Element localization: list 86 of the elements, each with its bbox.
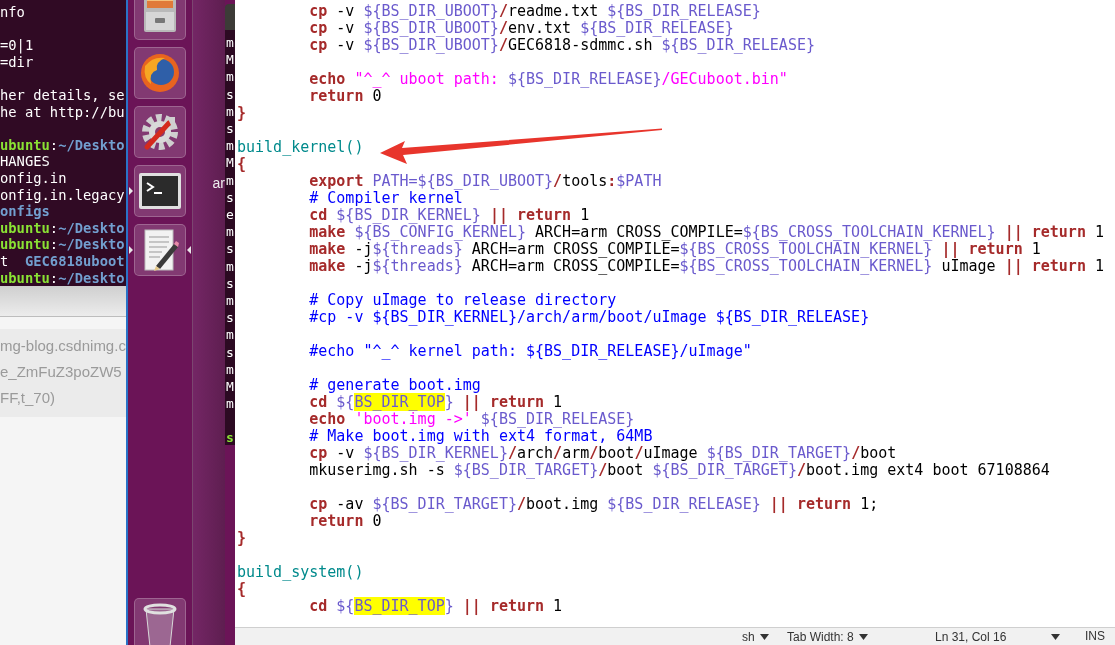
terminal-line: m <box>226 68 235 86</box>
desktop-text: ar <box>212 175 225 191</box>
terminal-line: m <box>226 292 235 310</box>
code-line: cp -v ${BS_DIR_UBOOT}/env.txt ${BS_DIR_RELEASE} <box>308 20 734 37</box>
terminal-line: onfig.in <box>0 169 68 187</box>
code-line: # Copy uImage to release directory <box>308 292 618 309</box>
terminal-line: =dir <box>0 53 35 71</box>
caret-icon <box>759 633 769 640</box>
terminal-prompt: s <box>226 429 235 447</box>
code-line: echo 'boot.img ->' ${BS_DIR_RELEASE} <box>308 411 636 428</box>
code-line: #cp -v ${BS_DIR_KERNEL}/arch/arm/boot/uImage ${BS_DIR_RELEASE} <box>308 309 871 326</box>
code-line: cp -v ${BS_DIR_KERNEL}/arch/arm/boot/uImage ${BS_DIR_TARGET}/boot <box>308 445 898 462</box>
code-line: # Make boot.img with ext4 format, 64MB <box>308 428 654 445</box>
code-line: { <box>237 581 247 598</box>
code-line: make -j${threads} ARCH=arm CROSS_COMPILE=${BS_CROSS_TOOLCHAIN_KERNEL} || return 1 <box>308 241 1042 258</box>
terminal-line: m <box>226 395 235 413</box>
terminal-line: m <box>226 137 235 155</box>
terminal-line: he at http://bu <box>0 103 126 121</box>
terminal-line: her details, se <box>0 86 126 104</box>
insert-mode-label: INS <box>1085 628 1106 645</box>
terminal-line: onfigs <box>0 203 51 220</box>
terminal-line: M <box>226 51 235 69</box>
terminal-line: s <box>226 240 235 258</box>
code-line: } <box>237 105 248 122</box>
terminal-line: s <box>226 309 235 327</box>
terminal-line: nfo <box>0 4 26 21</box>
launcher-button[interactable] <box>134 165 186 217</box>
status-dropdown[interactable]: sh <box>742 628 787 645</box>
status-dropdown[interactable]: Tab Width: 8 <box>787 628 935 645</box>
terminal-line: ubuntu:~/Deskto <box>0 219 126 237</box>
code-line: cp -v ${BS_DIR_UBOOT}/readme.txt ${BS_DIR_RELEASE} <box>308 3 762 20</box>
status-dropdown[interactable]: Ln 31, Col 16 <box>935 628 1085 645</box>
caret-icon <box>1051 633 1060 640</box>
terminal-line: e <box>226 206 235 224</box>
code-line: build_kernel() <box>237 139 365 156</box>
code-line: make ${BS_CONFIG_KERNEL} ARCH=arm CROSS_COMPILE=${BS_CROSS_TOOLCHAIN_KERNEL} || return 1 <box>308 224 1105 241</box>
code-line: mkuserimg.sh -s ${BS_DIR_TARGET}/boot ${BS_DIR_TARGET}/boot.img ext4 boot 67108864 <box>308 462 1051 479</box>
terminal-line: m <box>226 326 235 344</box>
code-line: # Compiler kernel <box>308 190 463 207</box>
code-line: { <box>237 156 247 173</box>
terminal-line: M <box>226 154 235 172</box>
terminal-line: s <box>226 188 235 207</box>
code-line: cd ${BS_DIR_TOP} || return 1 <box>308 598 564 615</box>
terminal-line: ubuntu:~/Deskto <box>0 269 126 286</box>
terminal-line: ubuntu:~/Deskto <box>0 236 126 253</box>
title-bar <box>225 4 235 30</box>
code-line: cp -av ${BS_DIR_TARGET}/boot.img ${BS_DIR_RELEASE} || return 1; <box>308 496 880 513</box>
code-line: build_system() <box>237 564 365 581</box>
launcher-button[interactable] <box>134 224 186 276</box>
page-text: mg-blog.csdnimg.c <box>0 336 126 356</box>
terminal-line: s <box>226 120 235 138</box>
code-line: return 0 <box>308 513 382 530</box>
settings-icon <box>139 111 181 153</box>
code-line: return 0 <box>308 88 382 105</box>
launcher-button[interactable] <box>134 106 186 158</box>
terminal-line: M <box>226 378 235 396</box>
terminal-line: s <box>226 343 235 361</box>
terminal-line: ubuntu:~/Deskto <box>0 136 126 154</box>
caret-icon <box>858 633 868 640</box>
code-line: # generate boot.img <box>308 377 482 394</box>
terminal-line: m <box>226 257 235 275</box>
terminal-line: s <box>226 274 235 293</box>
page-text: FF,t_70) <box>0 388 57 408</box>
terminal-line: t GEC6818uboot <box>0 252 126 270</box>
terminal-line: m <box>226 102 235 120</box>
page-text: e_ZmFuZ3poZW5 <box>0 362 123 382</box>
terminal-line: HANGES <box>0 153 51 170</box>
code-line: cd ${BS_DIR_TOP} || return 1 <box>308 394 564 411</box>
code-line: echo "^_^ uboot path: ${BS_DIR_RELEASE}/GECuboot.bin" <box>308 71 789 88</box>
terminal-line: m <box>226 34 235 52</box>
terminal-line: =0|1 <box>0 37 35 54</box>
launcher-button[interactable] <box>134 0 186 40</box>
code-line: cp -v ${BS_DIR_UBOOT}/GEC6818-sdmmc.sh ${BS_DIR_RELEASE} <box>308 37 816 54</box>
terminal-line: m <box>226 171 235 189</box>
terminal-line: m <box>226 223 235 241</box>
terminal-line: m <box>226 360 235 379</box>
launcher-button[interactable] <box>134 598 186 645</box>
code-line: #echo "^_^ kernel path: ${BS_DIR_RELEASE}/uImage" <box>308 343 753 360</box>
terminal-line: s <box>226 85 235 103</box>
terminal-icon <box>138 171 182 211</box>
code-line: export PATH=${BS_DIR_UBOOT}/tools:$PATH <box>308 173 663 190</box>
code-line: make -j${threads} ARCH=arm CROSS_COMPILE=${BS_CROSS_TOOLCHAIN_KERNEL} uImage || return 1 <box>308 258 1105 275</box>
terminal-line: onfig.in.legacy <box>0 186 126 204</box>
fox-globe-icon <box>139 52 181 94</box>
code-line: cd ${BS_DIR_KERNEL} || return 1 <box>308 207 591 224</box>
code-line: } <box>237 530 248 547</box>
